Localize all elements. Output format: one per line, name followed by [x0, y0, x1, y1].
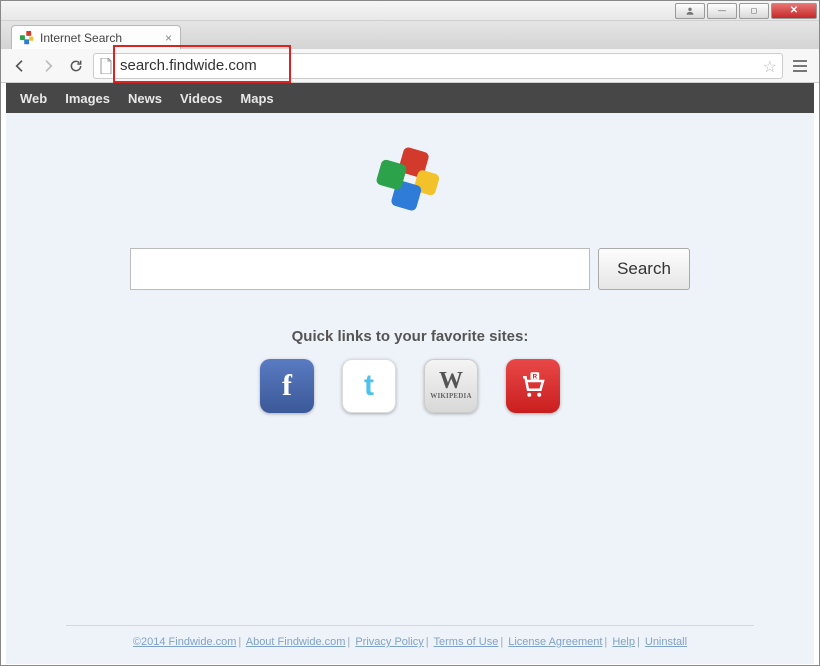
nav-item-web[interactable]: Web [20, 91, 47, 106]
tab-strip: Internet Search × [1, 21, 819, 49]
window-titlebar [1, 1, 819, 21]
back-button[interactable] [9, 55, 31, 77]
quicklinks-title: Quick links to your favorite sites: [6, 328, 814, 345]
page-content: Search Quick links to your favorite site… [6, 113, 814, 664]
search-input[interactable] [130, 248, 590, 290]
tab-title: Internet Search [40, 31, 122, 45]
bookmark-star-icon[interactable]: ☆ [763, 57, 777, 77]
quicklink-facebook[interactable]: f [260, 359, 314, 413]
minimize-button[interactable] [707, 3, 737, 19]
forward-button[interactable] [37, 55, 59, 77]
chrome-menu-button[interactable] [789, 55, 811, 77]
address-bar-wrap: ☆ [93, 53, 783, 79]
quicklink-twitter[interactable]: t [342, 359, 396, 413]
address-bar[interactable] [93, 53, 783, 79]
footer-link[interactable]: License Agreement [508, 636, 602, 648]
category-bar: Web Images News Videos Maps [6, 83, 814, 113]
footer-link[interactable]: Uninstall [645, 636, 687, 648]
page-viewport: Web Images News Videos Maps Search Quick… [2, 83, 818, 664]
browser-tab[interactable]: Internet Search × [11, 25, 181, 49]
nav-item-maps[interactable]: Maps [240, 91, 273, 106]
cart-icon: RR [518, 371, 548, 401]
tab-favicon-icon [20, 31, 34, 45]
quicklink-wikipedia[interactable]: W WIKIPEDIA [424, 359, 478, 413]
maximize-button[interactable] [739, 3, 769, 19]
close-window-button[interactable] [771, 3, 817, 19]
footer-link[interactable]: Terms of Use [434, 636, 499, 648]
search-button[interactable]: Search [598, 248, 690, 290]
browser-toolbar: ☆ [1, 49, 819, 83]
nav-item-images[interactable]: Images [65, 91, 110, 106]
user-button[interactable] [675, 3, 705, 19]
twitter-icon: t [364, 369, 374, 403]
footer-link[interactable]: Privacy Policy [355, 636, 423, 648]
facebook-icon: f [282, 369, 292, 403]
site-logo-icon [373, 142, 447, 216]
wikipedia-icon: W [439, 373, 463, 390]
search-row: Search [6, 248, 814, 290]
footer-link[interactable]: About Findwide.com [246, 636, 346, 648]
quicklinks-row: f t W WIKIPEDIA RR [6, 359, 814, 413]
close-tab-icon[interactable]: × [165, 31, 172, 45]
quicklink-shopping[interactable]: RR [506, 359, 560, 413]
page-icon [99, 58, 113, 74]
footer-link[interactable]: Help [612, 636, 635, 648]
nav-item-videos[interactable]: Videos [180, 91, 222, 106]
nav-item-news[interactable]: News [128, 91, 162, 106]
page-footer: ©2014 Findwide.com| About Findwide.com| … [6, 625, 814, 648]
footer-link[interactable]: ©2014 Findwide.com [133, 636, 237, 648]
reload-button[interactable] [65, 55, 87, 77]
svg-text:R: R [533, 374, 538, 381]
wikipedia-label: WIKIPEDIA [430, 394, 471, 399]
